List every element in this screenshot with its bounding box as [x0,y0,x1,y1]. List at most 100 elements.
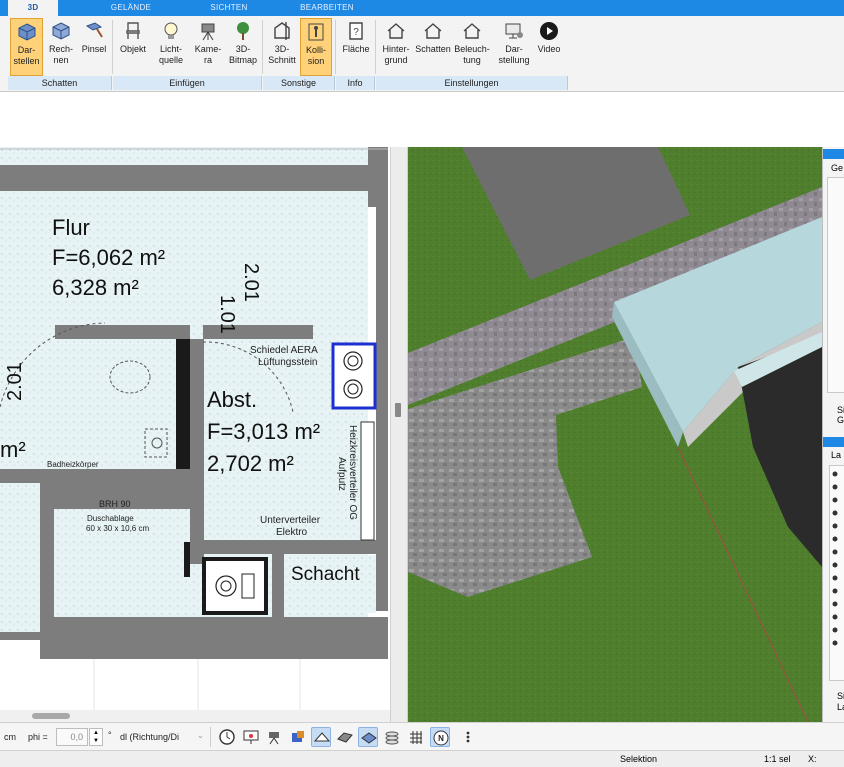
room-area-left-partial: m² [0,437,26,462]
status-bar: Selektion 1:1 sel X: [0,750,844,767]
kollision-button[interactable]: Kolli- sion [300,18,332,76]
label-brh-90: BRH 90 [99,499,131,509]
tab-bearbeiten[interactable]: BEARBEITEN [292,0,362,16]
input-toolbar: cm phi = 0,0 ▲ ▼ ° dl (Richtung/Di ⌄ N [0,722,844,750]
label-aufputz: Aufputz [336,457,347,491]
group-label-einstellungen: Einstellungen [376,76,568,90]
tab-gelaende[interactable]: GELÄNDE [98,0,164,16]
group-label-sonstige: Sonstige [263,76,335,90]
objekt-label: Objekt [119,44,146,54]
3d-scene [408,147,822,722]
group-label-info: Info [336,76,375,90]
direction-dropdown[interactable]: dl (Richtung/Di [120,728,206,746]
room-area-flur-1: F=6,062 m² [52,245,166,270]
panel-header [823,149,844,159]
stack-icon[interactable] [382,727,402,747]
collision-icon [308,23,324,41]
dimension-1-01: 1.01 [216,295,238,334]
phi-stepper[interactable]: ▲ ▼ [89,728,103,746]
darstellen-label: Dar- stellen [13,45,40,66]
floor-plan-view[interactable]: Flur F=6,062 m² 6,328 m² 1.01 2.01 2.01 … [0,147,390,710]
monitor-icon [505,23,523,39]
3d-view[interactable] [408,147,822,722]
label-heizkreisverteiler: Heizkreisverteiler OG [347,425,358,521]
status-mode: Selektion [620,754,658,764]
room-area-abst-1: F=3,013 m² [207,419,321,444]
panel-label-si2: Si [837,691,844,701]
section-icon [274,22,290,40]
3d-bitmap-label: 3D- Bitmap [228,44,257,65]
hintergrund-label: Hinter- grund [382,44,410,65]
house-light-icon [463,23,481,39]
room-name-abst: Abst. [207,387,258,412]
room-area-abst-2: 2,702 m² [207,451,294,476]
view-splitter[interactable] [390,147,408,722]
phi-input[interactable]: 0,0 [56,728,88,746]
scroll-thumb[interactable] [32,713,70,719]
pinsel-button[interactable]: Pinsel [79,18,109,76]
3d-schnitt-button[interactable]: 3D- Schnitt [265,18,299,76]
beleuchtung-button[interactable]: Beleuch- tung [453,18,491,76]
camera-icon [201,23,215,41]
tab-sichten[interactable]: SICHTEN [196,0,262,16]
plan-horizontal-scrollbar[interactable] [0,710,390,722]
layer-list[interactable] [829,465,844,681]
panel-label-ge2: Ge [837,415,844,425]
grid-icon[interactable] [406,727,426,747]
rechnen-button[interactable]: Rech- nen [45,18,77,76]
panel-label-ge: Ge [831,163,844,173]
clock-icon[interactable] [217,727,237,747]
texture-icon[interactable] [335,727,355,747]
house-shadow-icon [424,23,442,39]
panel-list[interactable] [827,177,844,393]
darstellung-label: Dar- stellung [498,44,530,65]
ribbon-separator [112,20,113,74]
room-name-flur: Flur [52,215,90,240]
tree-icon [237,22,249,40]
splitter-handle[interactable] [395,403,401,417]
area-info-icon: ? [349,22,363,40]
kamera-label: Kame- ra [194,44,222,65]
ribbon-separator [335,20,336,74]
north-icon[interactable]: N [430,727,450,747]
label-elektro: Elektro [276,527,308,538]
lichtquelle-label: Licht- quelle [158,44,184,65]
pinsel-label: Pinsel [81,44,107,54]
house-background-icon [387,23,405,39]
panel-label-layer: La [831,450,842,460]
brush-icon [85,22,103,38]
layer-display-icon[interactable] [358,727,378,747]
group-label-schatten: Schatten [8,76,112,90]
darstellung-button[interactable]: Dar- stellung [494,18,534,76]
3d-bitmap-button[interactable]: 3D- Bitmap [226,18,260,76]
darstellen-button[interactable]: Dar- stellen [10,18,43,76]
svg-text:N: N [438,734,444,743]
status-scale: 1:1 sel [764,754,791,764]
phi-label: phi = [28,732,48,742]
presentation-icon[interactable] [241,727,261,747]
paint-object-icon[interactable] [288,727,308,747]
cube-calc-icon [52,22,70,40]
layer-visibility-icons [832,471,838,646]
tab-3d[interactable]: 3D [8,0,58,16]
flaeche-button[interactable]: ? Fläche [339,18,373,76]
label-duschablage-mass: 60 x 30 x 10,6 cm [86,524,150,533]
lichtquelle-button[interactable]: Licht- quelle [153,18,189,76]
label-duschablage: Duschablage [87,514,134,523]
objekt-button[interactable]: Objekt [116,18,150,76]
schatten-button[interactable]: Schatten [414,18,452,76]
label-badheizkoerper: Badheizkörper [47,460,99,469]
unit-label: cm [4,732,16,742]
video-button[interactable]: Video [534,18,564,76]
panel-header-layers [823,437,844,447]
room-name-schacht: Schacht [291,564,360,585]
surface-mode-icon[interactable] [311,727,331,747]
beleuchtung-label: Beleuch- tung [454,44,490,65]
lightbulb-icon [164,22,178,39]
hintergrund-button[interactable]: Hinter- grund [378,18,414,76]
camera-tool-icon[interactable] [265,727,285,747]
ribbon-separator [262,20,263,74]
more-options-icon[interactable] [458,727,478,747]
phi-unit: ° [108,730,112,740]
kamera-button[interactable]: Kame- ra [191,18,225,76]
